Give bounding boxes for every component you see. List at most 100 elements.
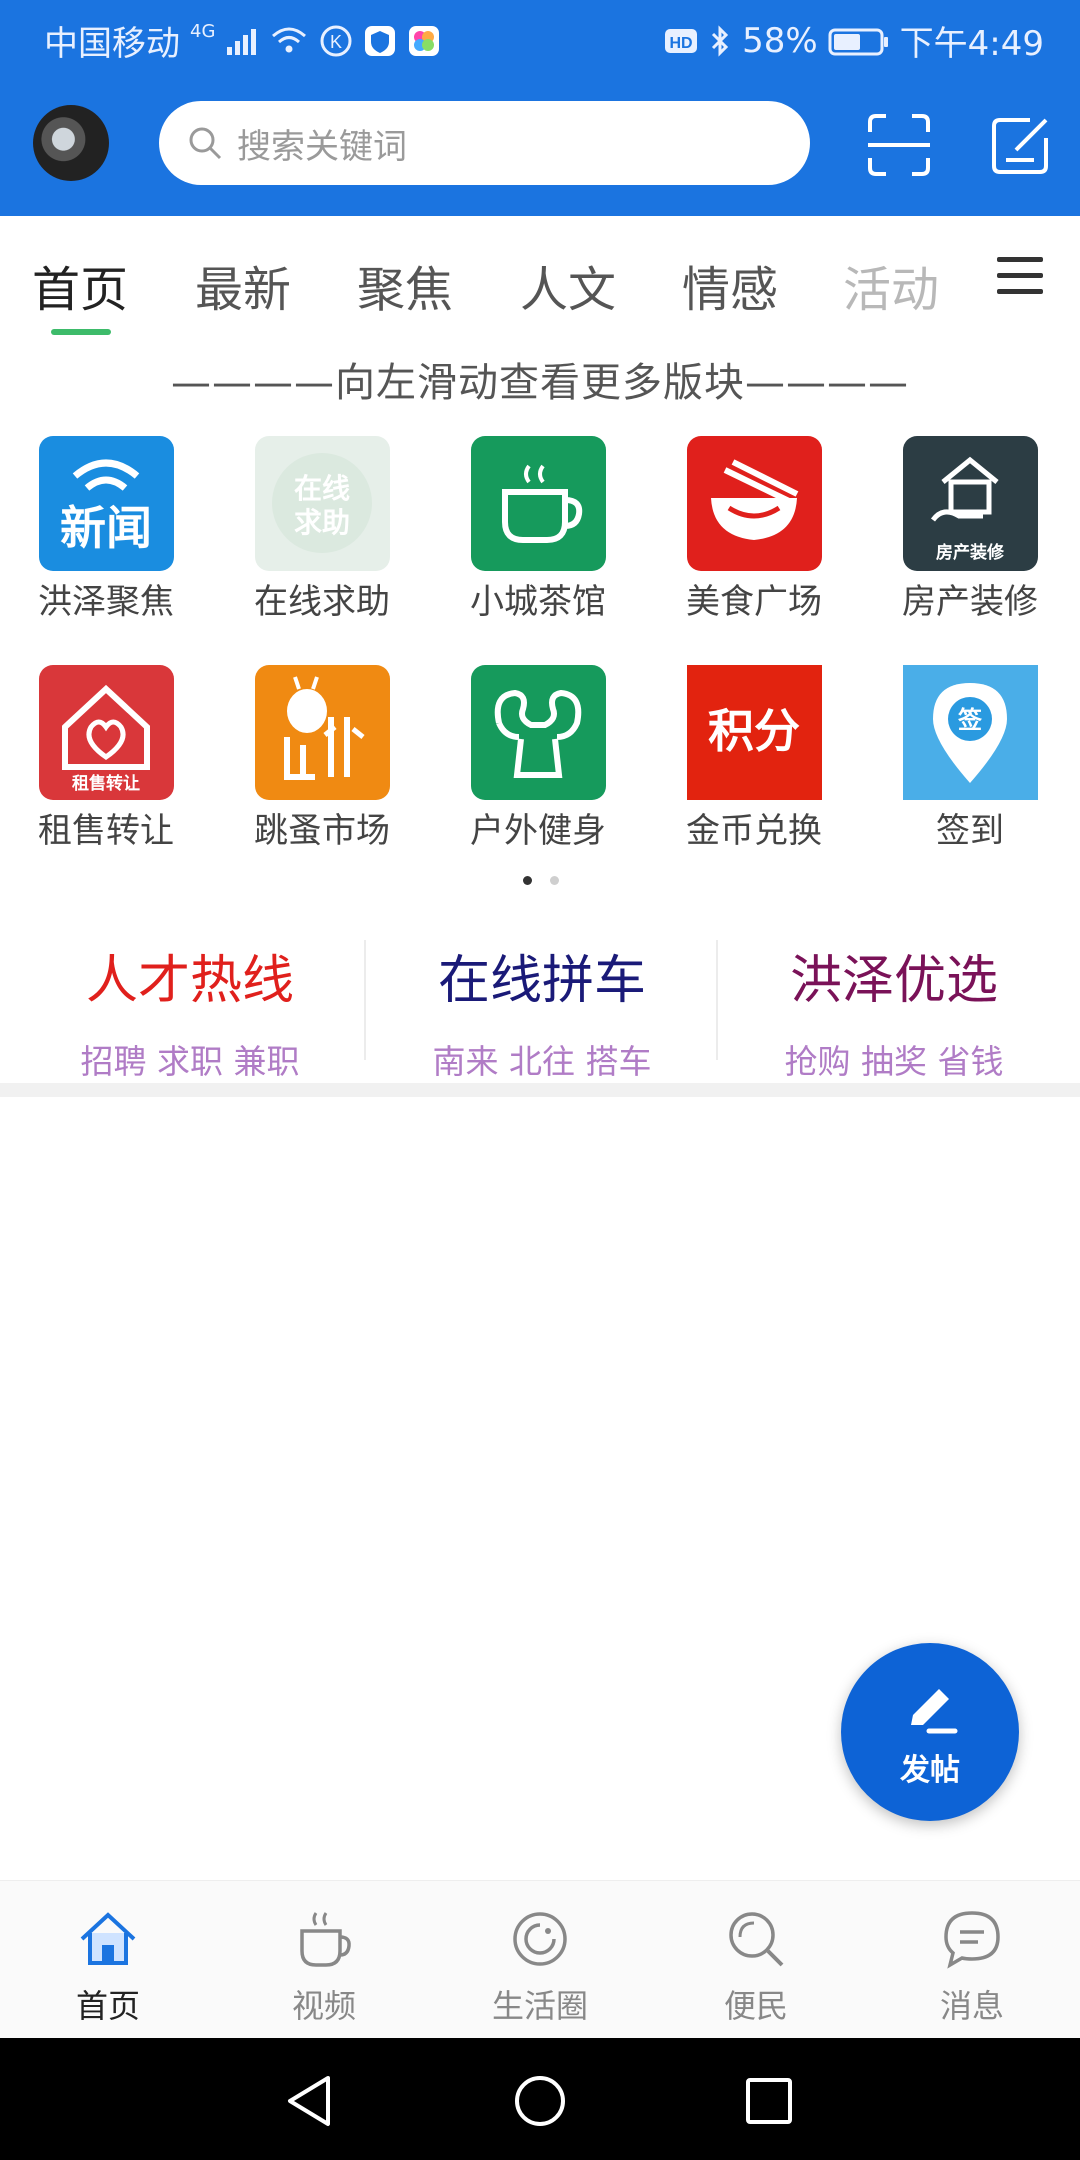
grid-item-label: 在线求助 — [254, 582, 390, 622]
promo-title: 洪泽优选 — [789, 951, 998, 1011]
back-icon[interactable] — [284, 2074, 334, 2128]
wifi-icon — [269, 26, 309, 56]
tea-cup-icon — [471, 436, 606, 571]
nav-label: 首页 — [75, 1987, 140, 2025]
promo-hongze-selection[interactable]: 洪泽优选 抢购 抽奖 省钱 — [718, 930, 1070, 1081]
tab-emotion[interactable]: 情感 — [682, 250, 778, 320]
grid-item-small-town-teahouse[interactable]: 小城茶馆 — [438, 436, 638, 646]
message-icon — [942, 1909, 1002, 1969]
tab-latest[interactable]: 最新 — [195, 250, 291, 320]
grid-item-label: 美食广场 — [686, 582, 822, 622]
edit-icon — [990, 114, 1052, 176]
menu-icon[interactable] — [997, 254, 1043, 296]
swipe-hint: ————向左滑动查看更多版块———— — [171, 360, 909, 406]
carrier-label: 中国移动 — [44, 24, 180, 64]
promo-subtitle: 招聘 求职 兼职 — [80, 1042, 300, 1081]
grid-item-online-help[interactable]: 在线 求助 在线求助 — [222, 436, 422, 646]
news-icon: 新闻 — [39, 436, 174, 571]
bluetooth-icon — [708, 24, 732, 57]
battery-percent: 58% — [742, 20, 818, 61]
svg-text:积分: 积分 — [708, 704, 800, 758]
grid-item-coin-exchange[interactable]: 积分 金币兑换 — [654, 665, 854, 875]
flea-market-icon — [255, 665, 390, 800]
svg-text:新闻: 新闻 — [60, 501, 152, 555]
section-separator — [0, 1083, 1080, 1097]
recents-icon[interactable] — [744, 2076, 794, 2126]
flower-app-icon — [407, 24, 441, 58]
nav-life-circle[interactable]: 生活圈 — [432, 1881, 648, 2039]
nav-label: 视频 — [291, 1987, 356, 2025]
grid-item-label: 租售转让 — [38, 811, 174, 851]
status-bar: 中国移动 4G K HD 58% 下午4:49 — [0, 0, 1080, 72]
user-avatar[interactable] — [33, 105, 109, 181]
grid-item-label: 洪泽聚焦 — [38, 582, 174, 622]
promo-carpool[interactable]: 在线拼车 南来 北往 搭车 — [366, 930, 718, 1081]
shield-app-icon — [363, 24, 397, 58]
food-bowl-icon — [687, 436, 822, 571]
compose-button[interactable] — [988, 112, 1054, 178]
bottom-navigation: 首页 视频 生活圈 便民 消息 — [0, 1880, 1080, 2039]
tab-culture[interactable]: 人文 — [520, 250, 616, 320]
hd-icon: HD — [664, 26, 698, 56]
post-button[interactable]: 发帖 — [841, 1643, 1019, 1821]
svg-text:HD: HD — [670, 35, 693, 52]
tab-activity[interactable]: 活动 — [843, 250, 939, 320]
promo-subtitle: 南来 北往 搭车 — [432, 1042, 652, 1081]
promo-title: 人才热线 — [85, 951, 294, 1011]
grid-item-outdoor-fitness[interactable]: 户外健身 — [438, 665, 638, 875]
grid-item-rent-sale[interactable]: 租售转让 租售转让 — [6, 665, 206, 875]
grid-item-label: 跳蚤市场 — [254, 811, 390, 851]
nav-convenience[interactable]: 便民 — [648, 1881, 864, 2039]
grid-item-label: 户外健身 — [470, 811, 606, 851]
grid-item-label: 房产装修 — [902, 582, 1038, 622]
grid-item-label: 金币兑换 — [686, 811, 822, 851]
grid-item-label: 小城茶馆 — [470, 582, 606, 622]
svg-text:在线: 在线 — [294, 472, 350, 505]
nav-home[interactable]: 首页 — [0, 1881, 216, 2039]
promo-talent-hotline[interactable]: 人才热线 招聘 求职 兼职 — [14, 930, 366, 1081]
battery-icon — [828, 26, 890, 56]
grid-item-real-estate[interactable]: 房产装修 房产装修 — [870, 436, 1070, 646]
coffee-cup-icon — [294, 1909, 354, 1969]
page-dot — [550, 876, 559, 885]
system-navigation-bar — [0, 2038, 1080, 2160]
network-label: 4G — [190, 21, 216, 42]
points-icon: 积分 — [687, 665, 822, 800]
page-dot-active — [523, 876, 532, 885]
svg-text:房产装修: 房产装修 — [936, 542, 1005, 563]
home-circle-icon[interactable] — [513, 2074, 567, 2128]
life-circle-icon — [510, 1909, 570, 1969]
svg-text:求助: 求助 — [294, 506, 350, 539]
search-bar[interactable]: 搜索关键词 — [159, 101, 810, 185]
grid-item-label: 签到 — [936, 811, 1004, 851]
search-icon — [187, 125, 223, 161]
tab-focus[interactable]: 聚焦 — [357, 250, 453, 320]
online-help-icon: 在线 求助 — [255, 436, 390, 571]
grid-item-food-plaza[interactable]: 美食广场 — [654, 436, 854, 646]
grid-item-hongze-focus[interactable]: 新闻 洪泽聚焦 — [6, 436, 206, 646]
nav-label: 便民 — [723, 1987, 788, 2025]
clock-time: 下午4:49 — [899, 24, 1044, 64]
search-icon — [726, 1909, 786, 1969]
signal-icon — [225, 27, 259, 55]
grid-item-checkin[interactable]: 签 签到 — [870, 665, 1070, 875]
scan-button[interactable] — [866, 112, 932, 178]
fitness-muscle-icon — [471, 665, 606, 800]
nav-messages[interactable]: 消息 — [864, 1881, 1080, 2039]
checkin-pin-icon: 签 — [903, 665, 1038, 800]
nav-label: 消息 — [939, 1987, 1004, 2025]
search-placeholder: 搜索关键词 — [237, 126, 407, 167]
svg-text:K: K — [330, 32, 342, 52]
promo-title: 在线拼车 — [437, 951, 646, 1011]
nav-label: 生活圈 — [491, 1987, 588, 2025]
nav-video[interactable]: 视频 — [216, 1881, 432, 2039]
post-button-label: 发帖 — [900, 1753, 960, 1788]
house-heart-icon: 租售转让 — [39, 665, 174, 800]
house-renovation-icon: 房产装修 — [903, 436, 1038, 571]
tab-home[interactable]: 首页 — [32, 250, 128, 320]
active-tab-indicator — [51, 329, 111, 335]
category-tabs: 首页 最新 聚焦 人文 情感 活动 — [0, 216, 1080, 346]
promo-subtitle: 抢购 抽奖 省钱 — [784, 1042, 1004, 1081]
scan-icon — [866, 112, 932, 178]
grid-item-flea-market[interactable]: 跳蚤市场 — [222, 665, 422, 875]
